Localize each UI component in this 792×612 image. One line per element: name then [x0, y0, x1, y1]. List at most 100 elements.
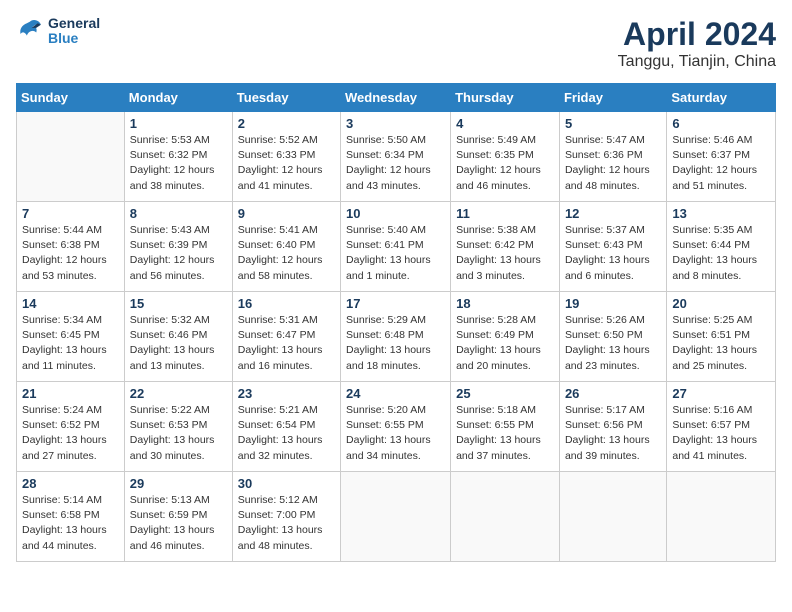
page-title: April 2024	[618, 16, 776, 53]
weekday-header-sunday: Sunday	[17, 84, 125, 112]
calendar-cell: 6 Sunrise: 5:46 AMSunset: 6:37 PMDaylight…	[667, 112, 776, 202]
day-info: Sunrise: 5:44 AMSunset: 6:38 PMDaylight:…	[22, 223, 119, 284]
title-block: April 2024 Tanggu, Tianjin, China	[618, 16, 776, 71]
day-number: 8	[130, 206, 227, 221]
calendar-cell: 16 Sunrise: 5:31 AMSunset: 6:47 PMDayligh…	[232, 292, 340, 382]
weekday-header-tuesday: Tuesday	[232, 84, 340, 112]
calendar-cell: 5 Sunrise: 5:47 AMSunset: 6:36 PMDaylight…	[559, 112, 666, 202]
day-number: 3	[346, 116, 445, 131]
weekday-header-thursday: Thursday	[451, 84, 560, 112]
day-number: 6	[672, 116, 770, 131]
logo-bird-icon	[16, 17, 44, 45]
calendar-cell	[17, 112, 125, 202]
calendar-cell: 27 Sunrise: 5:16 AMSunset: 6:57 PMDayligh…	[667, 382, 776, 472]
day-info: Sunrise: 5:38 AMSunset: 6:42 PMDaylight:…	[456, 223, 554, 284]
day-info: Sunrise: 5:17 AMSunset: 6:56 PMDaylight:…	[565, 403, 661, 464]
day-info: Sunrise: 5:14 AMSunset: 6:58 PMDaylight:…	[22, 493, 119, 554]
calendar-cell: 24 Sunrise: 5:20 AMSunset: 6:55 PMDayligh…	[341, 382, 451, 472]
day-number: 24	[346, 386, 445, 401]
calendar-cell: 7Sunrise: 5:44 AMSunset: 6:38 PMDaylight…	[17, 202, 125, 292]
day-info: Sunrise: 5:18 AMSunset: 6:55 PMDaylight:…	[456, 403, 554, 464]
day-number: 20	[672, 296, 770, 311]
calendar-cell: 18Sunrise: 5:28 AMSunset: 6:49 PMDayligh…	[451, 292, 560, 382]
day-info: Sunrise: 5:53 AMSunset: 6:32 PMDaylight:…	[130, 133, 227, 194]
day-number: 14	[22, 296, 119, 311]
day-number: 13	[672, 206, 770, 221]
day-info: Sunrise: 5:46 AMSunset: 6:37 PMDaylight:…	[672, 133, 770, 194]
calendar-cell: 8 Sunrise: 5:43 AMSunset: 6:39 PMDaylight…	[124, 202, 232, 292]
day-number: 10	[346, 206, 445, 221]
day-number: 1	[130, 116, 227, 131]
day-number: 5	[565, 116, 661, 131]
weekday-header-row: SundayMondayTuesdayWednesdayThursdayFrid…	[17, 84, 776, 112]
day-info: Sunrise: 5:12 AMSunset: 7:00 PMDaylight:…	[238, 493, 335, 554]
weekday-header-saturday: Saturday	[667, 84, 776, 112]
calendar-cell: 9Sunrise: 5:41 AMSunset: 6:40 PMDaylight…	[232, 202, 340, 292]
day-info: Sunrise: 5:52 AMSunset: 6:33 PMDaylight:…	[238, 133, 335, 194]
day-number: 22	[130, 386, 227, 401]
day-number: 28	[22, 476, 119, 491]
day-info: Sunrise: 5:43 AMSunset: 6:39 PMDaylight:…	[130, 223, 227, 284]
day-info: Sunrise: 5:20 AMSunset: 6:55 PMDaylight:…	[346, 403, 445, 464]
day-number: 30	[238, 476, 335, 491]
calendar-cell	[341, 472, 451, 562]
calendar-cell	[667, 472, 776, 562]
day-info: Sunrise: 5:40 AMSunset: 6:41 PMDaylight:…	[346, 223, 445, 284]
day-info: Sunrise: 5:47 AMSunset: 6:36 PMDaylight:…	[565, 133, 661, 194]
week-row-4: 21 Sunrise: 5:24 AMSunset: 6:52 PMDayligh…	[17, 382, 776, 472]
day-info: Sunrise: 5:32 AMSunset: 6:46 PMDaylight:…	[130, 313, 227, 374]
day-number: 4	[456, 116, 554, 131]
weekday-header-monday: Monday	[124, 84, 232, 112]
day-number: 17	[346, 296, 445, 311]
day-info: Sunrise: 5:35 AMSunset: 6:44 PMDaylight:…	[672, 223, 770, 284]
day-number: 29	[130, 476, 227, 491]
day-number: 15	[130, 296, 227, 311]
day-info: Sunrise: 5:25 AMSunset: 6:51 PMDaylight:…	[672, 313, 770, 374]
calendar-cell	[559, 472, 666, 562]
page-subtitle: Tanggu, Tianjin, China	[618, 53, 776, 71]
calendar-cell: 11Sunrise: 5:38 AMSunset: 6:42 PMDayligh…	[451, 202, 560, 292]
week-row-5: 28 Sunrise: 5:14 AMSunset: 6:58 PMDayligh…	[17, 472, 776, 562]
day-info: Sunrise: 5:31 AMSunset: 6:47 PMDaylight:…	[238, 313, 335, 374]
calendar-cell	[451, 472, 560, 562]
day-number: 16	[238, 296, 335, 311]
day-number: 12	[565, 206, 661, 221]
calendar-cell: 12Sunrise: 5:37 AMSunset: 6:43 PMDayligh…	[559, 202, 666, 292]
weekday-header-wednesday: Wednesday	[341, 84, 451, 112]
calendar-cell: 21 Sunrise: 5:24 AMSunset: 6:52 PMDayligh…	[17, 382, 125, 472]
calendar-cell: 17Sunrise: 5:29 AMSunset: 6:48 PMDayligh…	[341, 292, 451, 382]
logo-general: General	[48, 16, 100, 31]
day-info: Sunrise: 5:21 AMSunset: 6:54 PMDaylight:…	[238, 403, 335, 464]
calendar-cell: 14 Sunrise: 5:34 AMSunset: 6:45 PMDayligh…	[17, 292, 125, 382]
weekday-header-friday: Friday	[559, 84, 666, 112]
page-header: General Blue April 2024 Tanggu, Tianjin,…	[16, 16, 776, 71]
day-number: 23	[238, 386, 335, 401]
day-info: Sunrise: 5:16 AMSunset: 6:57 PMDaylight:…	[672, 403, 770, 464]
day-info: Sunrise: 5:13 AMSunset: 6:59 PMDaylight:…	[130, 493, 227, 554]
day-number: 27	[672, 386, 770, 401]
day-info: Sunrise: 5:34 AMSunset: 6:45 PMDaylight:…	[22, 313, 119, 374]
calendar-cell: 15 Sunrise: 5:32 AMSunset: 6:46 PMDayligh…	[124, 292, 232, 382]
calendar-cell: 10 Sunrise: 5:40 AMSunset: 6:41 PMDayligh…	[341, 202, 451, 292]
day-number: 25	[456, 386, 554, 401]
calendar-cell: 4 Sunrise: 5:49 AMSunset: 6:35 PMDaylight…	[451, 112, 560, 202]
day-info: Sunrise: 5:24 AMSunset: 6:52 PMDaylight:…	[22, 403, 119, 464]
logo-text: General Blue	[48, 16, 100, 47]
calendar-cell: 22 Sunrise: 5:22 AMSunset: 6:53 PMDayligh…	[124, 382, 232, 472]
day-number: 19	[565, 296, 661, 311]
day-number: 21	[22, 386, 119, 401]
calendar-cell: 23 Sunrise: 5:21 AMSunset: 6:54 PMDayligh…	[232, 382, 340, 472]
day-info: Sunrise: 5:49 AMSunset: 6:35 PMDaylight:…	[456, 133, 554, 194]
calendar-cell: 13 Sunrise: 5:35 AMSunset: 6:44 PMDayligh…	[667, 202, 776, 292]
day-info: Sunrise: 5:26 AMSunset: 6:50 PMDaylight:…	[565, 313, 661, 374]
calendar-cell: 25 Sunrise: 5:18 AMSunset: 6:55 PMDayligh…	[451, 382, 560, 472]
day-info: Sunrise: 5:22 AMSunset: 6:53 PMDaylight:…	[130, 403, 227, 464]
day-info: Sunrise: 5:28 AMSunset: 6:49 PMDaylight:…	[456, 313, 554, 374]
week-row-3: 14 Sunrise: 5:34 AMSunset: 6:45 PMDayligh…	[17, 292, 776, 382]
day-number: 2	[238, 116, 335, 131]
calendar-cell: 29 Sunrise: 5:13 AMSunset: 6:59 PMDayligh…	[124, 472, 232, 562]
day-number: 9	[238, 206, 335, 221]
week-row-2: 7Sunrise: 5:44 AMSunset: 6:38 PMDaylight…	[17, 202, 776, 292]
logo-blue: Blue	[48, 31, 100, 46]
calendar-table: SundayMondayTuesdayWednesdayThursdayFrid…	[16, 83, 776, 562]
